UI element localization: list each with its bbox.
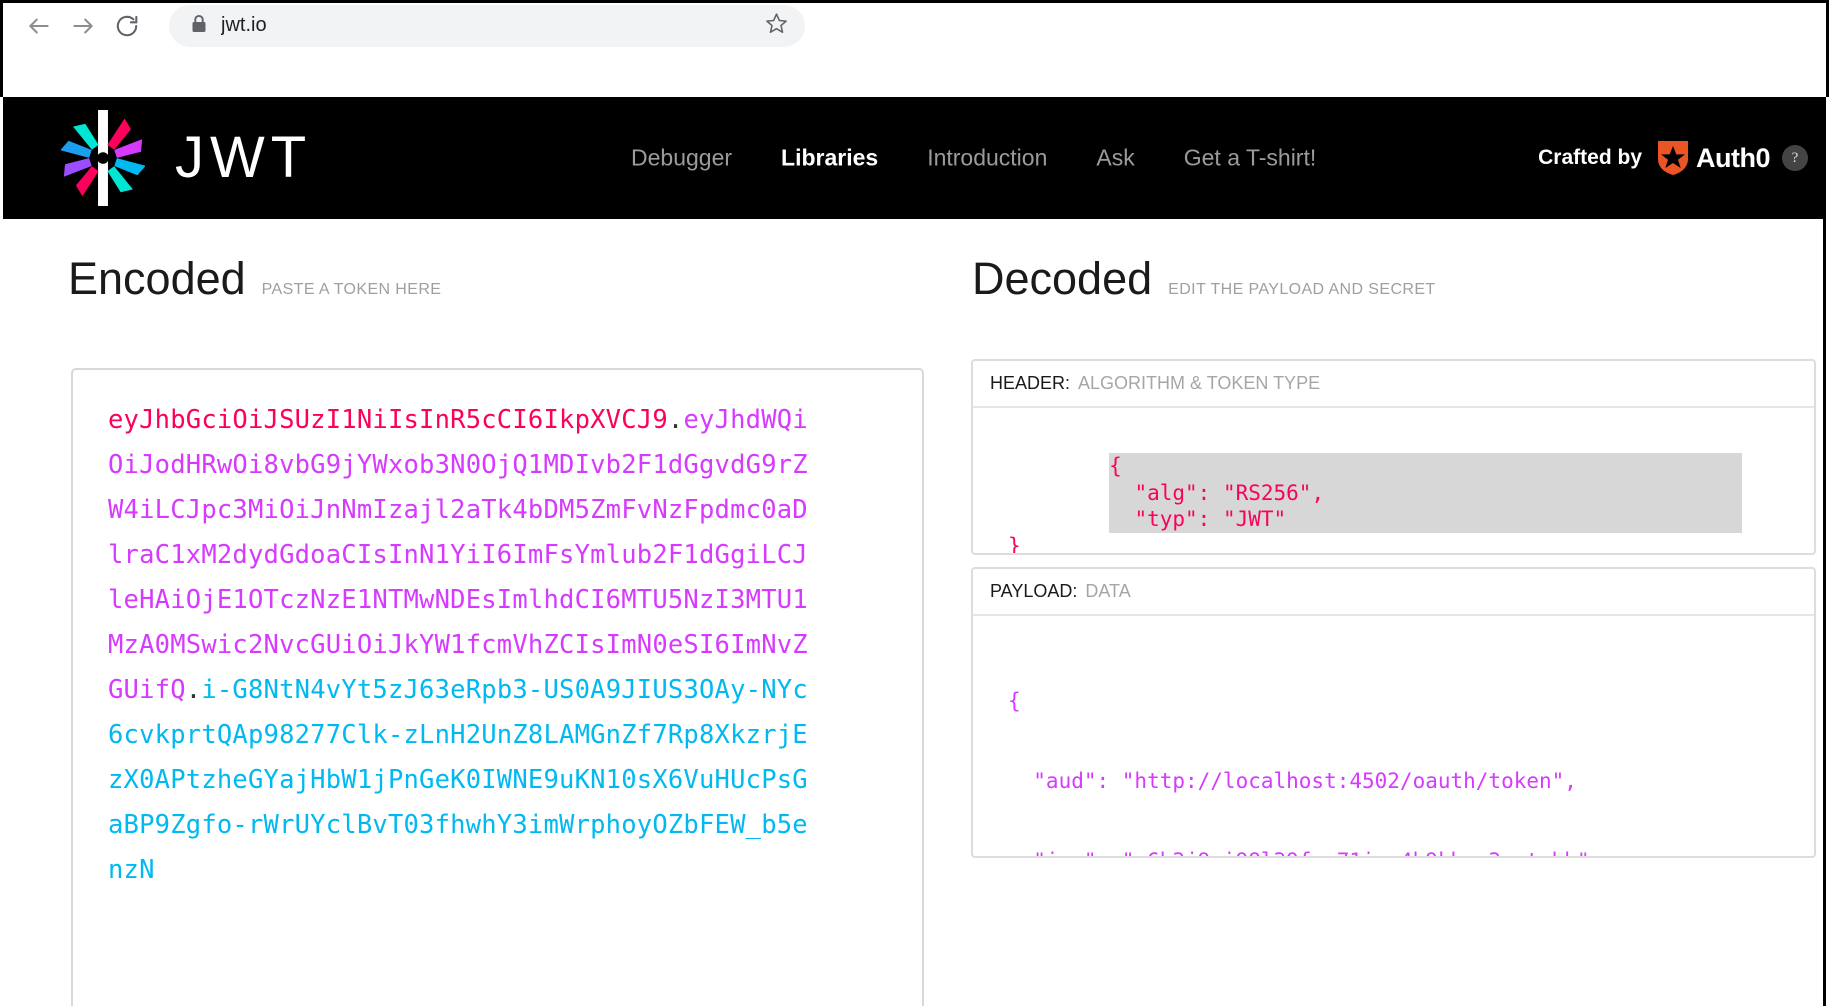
token-signature-segment: i-G8NtN4vYt5zJ63eRpb3-US0A9JIUS3OAy-NYc6… [108, 675, 808, 885]
decoded-header-selection: { "alg": "RS256", "typ": "JWT" [1109, 452, 1743, 534]
nav-item-introduction[interactable]: Introduction [927, 145, 1047, 172]
token-payload-segment: eyJhdWQiOiJodHRwOi8vbG9jYWxob3N0OjQ1MDIv… [108, 405, 808, 705]
decoded-header-code[interactable]: { "alg": "RS256", "typ": "JWT"} [973, 408, 1814, 553]
decoded-column: HEADER: ALGORITHM & TOKEN TYPE { "alg": … [971, 359, 1816, 870]
nav-item-get-a-tshirt[interactable]: Get a T-shirt! [1184, 145, 1317, 172]
site-header: JWT Debugger Libraries Introduction Ask … [3, 97, 1826, 219]
code-line: "iss": "g6b3j9vi98l39fao71ivg4h9kh-q3grt… [973, 848, 1814, 856]
decoded-payload-box[interactable]: PAYLOAD: DATA { "aud": "http://localhost… [971, 567, 1816, 858]
code-line: } [1008, 534, 1021, 555]
decoded-header-label-strong: HEADER: [990, 373, 1071, 393]
main-nav: Debugger Libraries Introduction Ask Get … [631, 145, 1316, 172]
star-icon[interactable] [764, 11, 789, 41]
auth0-logo-icon [1656, 139, 1696, 177]
decoded-header-label: HEADER: ALGORITHM & TOKEN TYPE [973, 361, 1814, 408]
decoded-title: Decoded [972, 253, 1153, 304]
code-line: "alg": "RS256", [1109, 480, 1325, 505]
decoded-payload-label: PAYLOAD: DATA [973, 569, 1814, 616]
decoded-header-label-soft: ALGORITHM & TOKEN TYPE [1078, 373, 1321, 393]
encoded-token-panel[interactable]: eyJhbGciOiJSUzI1NiIsInR5cCI6IkpXVCJ9.eyJ… [71, 368, 924, 1006]
decoded-payload-label-soft: DATA [1085, 581, 1131, 601]
code-line: "aud": "http://localhost:4502/oauth/toke… [1008, 768, 1577, 793]
lock-icon [191, 14, 207, 38]
code-line: { [1008, 688, 1021, 713]
back-arrow-icon [26, 13, 52, 39]
jwt-logo[interactable]: JWT [61, 110, 312, 206]
jwt-logo-text: JWT [175, 125, 313, 190]
auth0-brand-name: Auth0 [1696, 142, 1771, 173]
token-separator-1: . [667, 405, 684, 435]
nav-item-ask[interactable]: Ask [1096, 145, 1134, 172]
crafted-by-label: Crafted by [1538, 146, 1642, 169]
code-line: { [1109, 453, 1122, 478]
decoded-header-box[interactable]: HEADER: ALGORITHM & TOKEN TYPE { "alg": … [971, 359, 1816, 555]
address-bar[interactable]: jwt.io [169, 4, 805, 47]
forward-arrow-icon [70, 13, 96, 39]
decoded-subtitle: EDIT THE PAYLOAD AND SECRET [1168, 281, 1436, 298]
help-icon[interactable]: ? [1782, 145, 1808, 171]
encoded-heading: Encoded PASTE A TOKEN HERE [68, 256, 441, 301]
encoded-token-textarea[interactable]: eyJhbGciOiJSUzI1NiIsInR5cCI6IkpXVCJ9.eyJ… [108, 398, 810, 893]
encoded-subtitle: PASTE A TOKEN HERE [261, 281, 442, 298]
decoded-heading: Decoded EDIT THE PAYLOAD AND SECRET [972, 256, 1436, 301]
code-line: "typ": "JWT" [1109, 507, 1287, 532]
jwt-pinwheel-icon [61, 110, 145, 206]
nav-item-debugger[interactable]: Debugger [631, 145, 732, 172]
reload-icon [114, 13, 140, 39]
forward-button[interactable] [61, 4, 105, 48]
reload-button[interactable] [105, 4, 149, 48]
decoded-payload-label-strong: PAYLOAD: [990, 581, 1078, 601]
crafted-by-auth0[interactable]: Crafted by Auth0 ? [1538, 139, 1808, 177]
decoded-payload-code[interactable]: { "aud": "http://localhost:4502/oauth/to… [973, 616, 1814, 856]
token-header-segment: eyJhbGciOiJSUzI1NiIsInR5cCI6IkpXVCJ9 [108, 405, 668, 435]
back-button[interactable] [17, 4, 61, 48]
token-separator-2: . [185, 675, 202, 705]
page-body: Encoded PASTE A TOKEN HERE eyJhbGciOiJSU… [3, 219, 1826, 1006]
nav-item-libraries[interactable]: Libraries [781, 145, 878, 172]
browser-toolbar: jwt.io [3, 3, 1826, 48]
address-bar-url[interactable]: jwt.io [221, 14, 764, 37]
encoded-title: Encoded [68, 253, 246, 304]
browser-chrome: jwt.io [0, 0, 1829, 97]
